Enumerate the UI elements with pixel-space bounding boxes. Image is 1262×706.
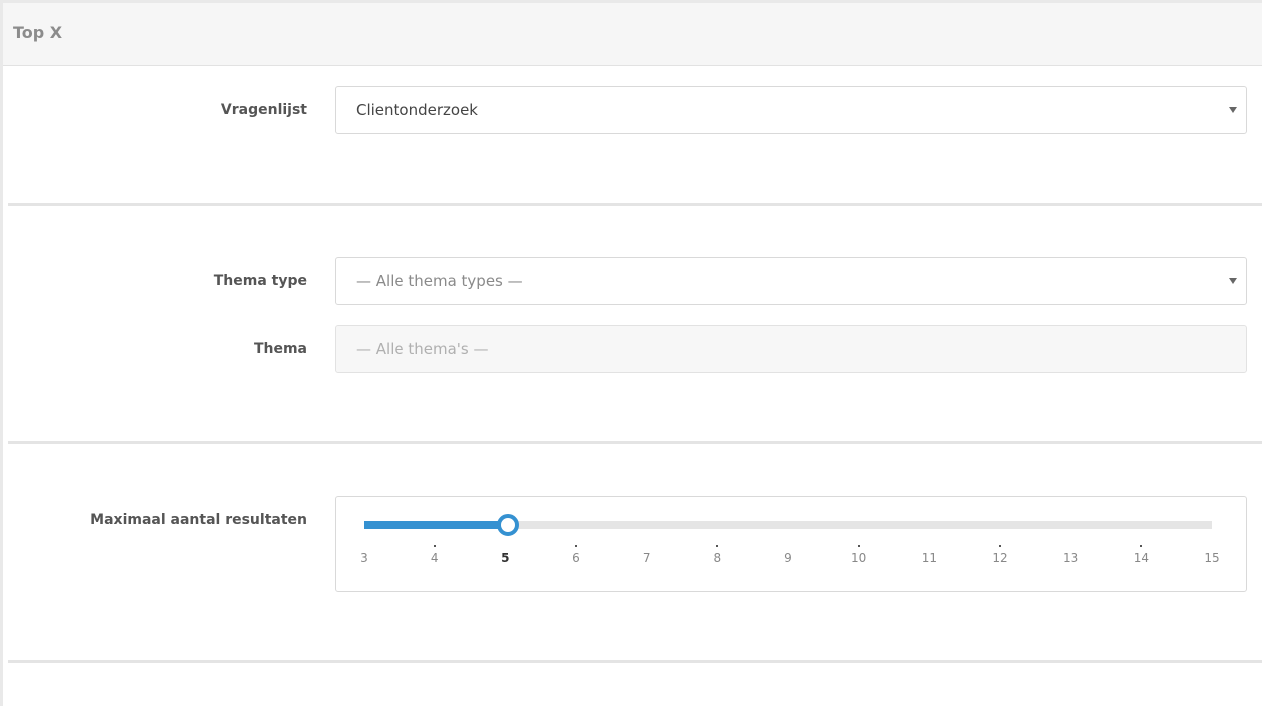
thema-type-placeholder: — Alle thema types — [356,272,523,290]
thema-type-select[interactable]: — Alle thema types — [335,257,1247,305]
slider-tick-label[interactable]: 3 [360,551,368,565]
thema-type-label: Thema type [213,273,307,289]
slider-tick-mark [433,545,436,547]
slider-tick-label[interactable]: 6 [572,551,580,565]
section-divider [8,441,1262,444]
slider-fill [364,521,506,529]
section-divider [8,660,1262,663]
slider-tick-mark [1140,545,1143,547]
slider-tick-mark [857,545,860,547]
slider-tick-label[interactable]: 15 [1204,551,1219,565]
page: Top X Vragenlijst Clientonderzoek Thema … [3,3,1262,706]
slider-tick-label[interactable]: 7 [643,551,651,565]
slider-tick-mark [716,545,719,547]
chevron-down-icon [1229,278,1237,284]
slider-tick-label[interactable]: 9 [784,551,792,565]
slider-tick-label[interactable]: 11 [922,551,937,565]
chevron-down-icon [1229,107,1237,113]
section-divider [8,203,1262,206]
slider-tick-mark [999,545,1001,547]
vragenlijst-select[interactable]: Clientonderzoek [335,86,1247,134]
slider-tick-label[interactable]: 14 [1134,551,1149,565]
slider-handle[interactable] [497,514,520,536]
slider-tick-label[interactable]: 8 [714,551,722,565]
vragenlijst-selected-value: Clientonderzoek [356,101,478,119]
slider-track[interactable] [364,521,1212,529]
slider-tick-label[interactable]: 13 [1063,551,1078,565]
vragenlijst-label: Vragenlijst [220,102,307,118]
slider-tick-label[interactable]: 10 [851,551,866,565]
slider-tick-label[interactable]: 12 [992,551,1007,565]
slider-tick-label[interactable]: 4 [431,551,439,565]
panel-title: Top X [13,23,63,42]
max-results-slider-container: 3 4 5 6 7 8 9 10 11 12 13 14 15 [335,496,1247,592]
thema-label: Thema [253,341,307,357]
slider-tick-mark [575,545,577,547]
max-results-label: Maximaal aantal resultaten [90,512,307,528]
slider-tick-label[interactable]: 5 [501,551,509,565]
thema-placeholder: — Alle thema's — [356,340,489,358]
panel-header: Top X [3,3,1262,66]
thema-select[interactable]: — Alle thema's — [335,325,1247,373]
